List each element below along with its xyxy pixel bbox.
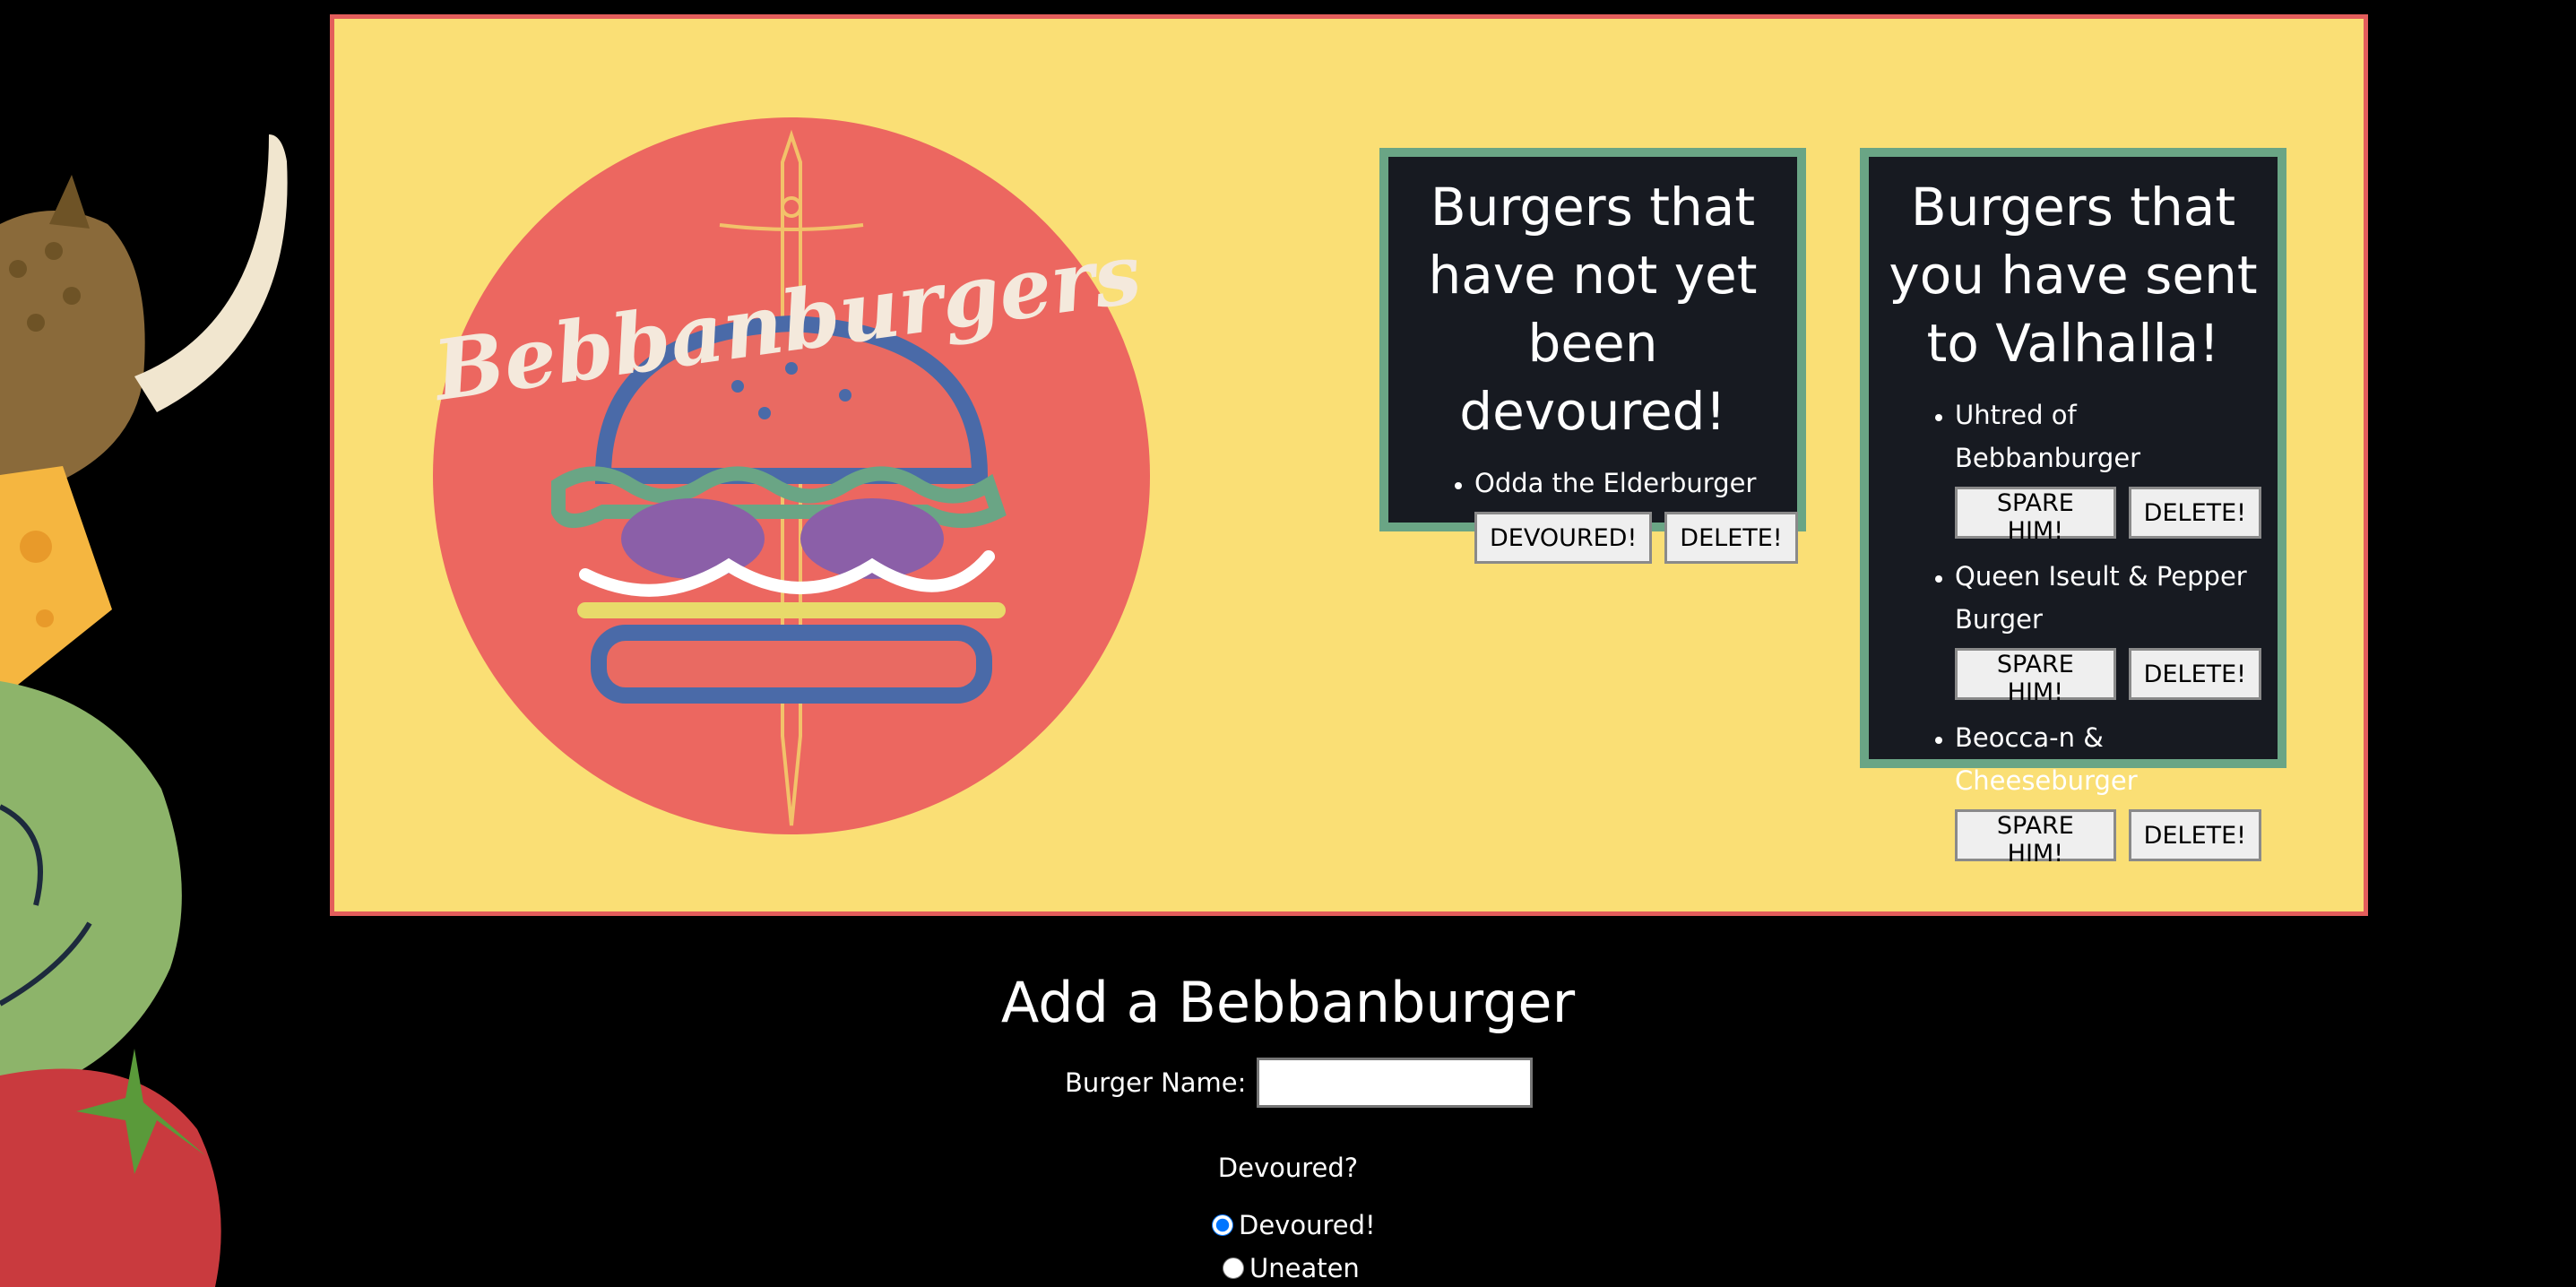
delete-button[interactable]: DELETE! — [1664, 512, 1798, 564]
uneaten-radio-label: Uneaten — [1249, 1253, 1360, 1283]
spare-button[interactable]: SPARE HIM! — [1955, 648, 2116, 706]
burger-name-input[interactable] — [1257, 1058, 1534, 1108]
hero-panel: Bebbanburgers Burgers that have not yet … — [330, 14, 2368, 916]
delete-button[interactable]: DELETE! — [2128, 487, 2261, 539]
spare-button[interactable]: SPARE HIM! — [1955, 487, 2116, 545]
spare-button[interactable]: SPARE HIM! — [1955, 809, 2116, 868]
bebbanburgers-logo: Bebbanburgers — [426, 117, 1150, 834]
radio-devoured-row: Devoured! — [1212, 1210, 1376, 1240]
devoured-radio[interactable] — [1212, 1214, 1233, 1236]
burger-name: Queen Iseult & Pepper Burger — [1955, 561, 2247, 635]
devoured-button[interactable]: DEVOURED! — [1474, 512, 1653, 564]
viking-helmet-icon — [0, 211, 145, 488]
radio-uneaten-row: Uneaten — [1223, 1253, 1360, 1283]
viking-ingredients-illustration — [0, 134, 288, 1287]
burger-name-row: Burger Name: — [1065, 1058, 1534, 1108]
uneaten-title: Burgers that have not yet been devoured! — [1428, 177, 1758, 442]
devoured-radio-label: Devoured! — [1239, 1210, 1376, 1240]
delete-button[interactable]: DELETE! — [2128, 809, 2261, 861]
list-item: Uhtred of Bebbanburger SPARE HIM! DELETE… — [1955, 393, 2261, 545]
add-burger-title: Add a Bebbanburger — [1000, 970, 1576, 1035]
burger-name: Beocca-n & Cheeseburger — [1955, 722, 2138, 796]
horn-icon — [134, 134, 288, 412]
list-item: Beocca-n & Cheeseburger SPARE HIM! DELET… — [1955, 716, 2261, 868]
uneaten-burgers-box: Burgers that have not yet been devoured!… — [1379, 148, 1806, 564]
lettuce-icon — [0, 681, 182, 1102]
devoured-question: Devoured? — [1217, 1153, 1359, 1183]
delete-button[interactable]: DELETE! — [2128, 648, 2261, 700]
list-item: Odda the Elderburger DEVOURED! DELETE! — [1474, 462, 1798, 564]
devoured-burgers-box: Burgers that you have sent to Valhalla! … — [1860, 148, 2286, 868]
devoured-list: Uhtred of Bebbanburger SPARE HIM! DELETE… — [1885, 393, 2261, 868]
burger-name-label: Burger Name: — [1065, 1067, 1247, 1098]
uneaten-list: Odda the Elderburger DEVOURED! DELETE! — [1405, 462, 1798, 564]
cheese-icon — [0, 466, 112, 699]
list-item: Queen Iseult & Pepper Burger SPARE HIM! … — [1955, 555, 2261, 706]
burger-name: Uhtred of Bebbanburger — [1955, 400, 2141, 473]
devoured-title: Burgers that you have sent to Valhalla! — [1889, 177, 2258, 374]
burger-name: Odda the Elderburger — [1474, 468, 1757, 498]
uneaten-radio[interactable] — [1223, 1257, 1244, 1279]
